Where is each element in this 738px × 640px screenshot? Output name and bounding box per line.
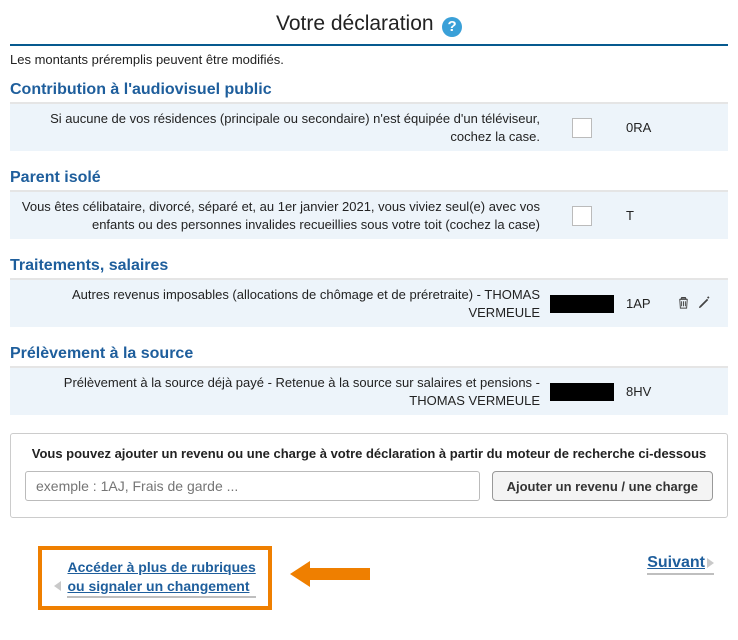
chevron-right-icon [707,558,714,568]
checkbox-t[interactable] [572,206,592,226]
row-1ap: Autres revenus imposables (allocations d… [10,280,728,327]
redacted-value [550,383,614,401]
section-traitements-salaires: Traitements, salaires Autres revenus imp… [10,257,728,327]
row-0ra: Si aucune de vos résidences (principale … [10,104,728,151]
add-revenue-box: Vous pouvez ajouter un revenu ou une cha… [10,433,728,518]
nav-row: Accéder à plus de rubriques ou signaler … [10,546,728,609]
row-code: T [626,208,676,223]
section-parent-isole: Parent isolé Vous êtes célibataire, divo… [10,169,728,239]
add-box-heading: Vous pouvez ajouter un revenu ou une cha… [25,446,713,461]
row-code: 1AP [626,296,676,311]
row-input [550,206,614,226]
next-link[interactable]: Suivant [647,554,714,575]
help-icon[interactable]: ? [442,17,462,37]
row-description: Vous êtes célibataire, divorcé, séparé e… [20,198,550,233]
row-description: Prélèvement à la source déjà payé - Rete… [20,374,550,409]
section-prelevement-source: Prélèvement à la source Prélèvement à la… [10,345,728,415]
section-title: Contribution à l'audiovisuel public [10,81,728,104]
row-value [550,383,614,401]
add-revenue-button[interactable]: Ajouter un revenu / une charge [492,471,713,501]
row-value [550,295,614,313]
section-title: Traitements, salaires [10,257,728,280]
checkbox-0ra[interactable] [572,118,592,138]
row-input [550,118,614,138]
section-contribution-audiovisuel: Contribution à l'audiovisuel public Si a… [10,81,728,151]
trash-icon[interactable] [676,295,691,313]
more-rubriques-link[interactable]: Accéder à plus de rubriques ou signaler … [67,558,255,597]
chevron-left-icon [54,581,61,591]
redacted-value [550,295,614,313]
section-title: Prélèvement à la source [10,345,728,368]
page-title: Votre déclaration [276,12,434,42]
search-input[interactable] [25,471,480,501]
link-line-1: Accéder à plus de rubriques [67,559,255,575]
row-t: Vous êtes célibataire, divorcé, séparé e… [10,192,728,239]
pencil-icon[interactable] [697,295,712,313]
row-description: Si aucune de vos résidences (principale … [20,110,550,145]
highlight-annotation: Accéder à plus de rubriques ou signaler … [38,546,272,609]
row-description: Autres revenus imposables (allocations d… [20,286,550,321]
row-8hv: Prélèvement à la source déjà payé - Rete… [10,368,728,415]
link-line-2: ou signaler un changement [67,578,249,594]
row-code: 8HV [626,384,676,399]
annotation-arrow-icon [290,556,370,597]
row-code: 0RA [626,120,676,135]
next-label: Suivant [647,554,705,571]
section-title: Parent isolé [10,169,728,192]
info-line: Les montants préremplis peuvent être mod… [10,52,728,67]
page-header: Votre déclaration ? [10,12,728,46]
